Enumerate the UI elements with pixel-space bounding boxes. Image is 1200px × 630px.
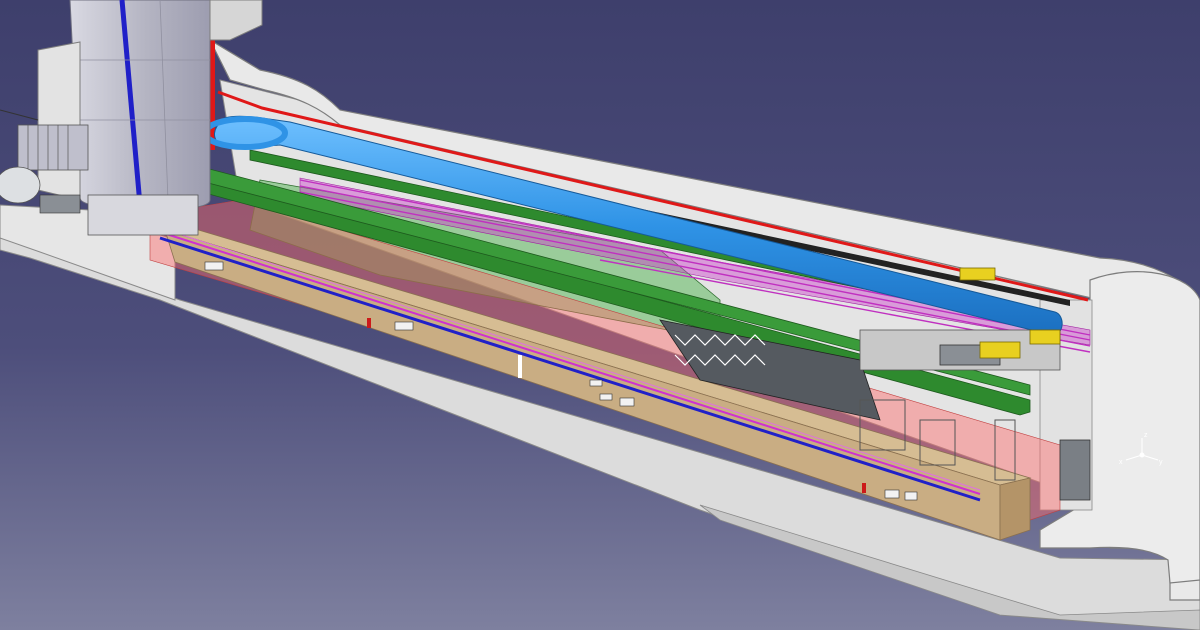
cad-3d-viewport[interactable]: z x y <box>0 0 1200 630</box>
axis-label-x: x <box>1119 459 1123 466</box>
wooden-platform-end <box>999 477 1031 541</box>
yellow-machine <box>979 341 1021 359</box>
axis-label-y: y <box>1159 459 1163 466</box>
tunnel-model[interactable]: z x y <box>0 0 1200 630</box>
axis-label-z: z <box>1144 432 1148 439</box>
shaft-annex-building <box>37 41 81 201</box>
yellow-hoist <box>959 267 996 281</box>
shaft-top-right-structure <box>209 0 263 41</box>
